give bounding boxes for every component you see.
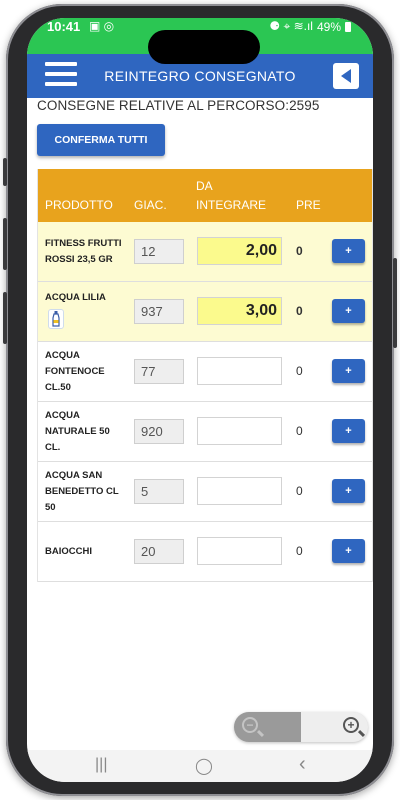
confirm-all-button[interactable]: CONFERMA TUTTI: [37, 124, 165, 156]
page-title: REINTEGRO CONSEGNATO: [104, 68, 296, 84]
product-name: BAIOCCHI: [45, 544, 125, 560]
to-integrate-input[interactable]: [197, 357, 282, 385]
stock-field: 5: [134, 479, 184, 504]
to-integrate-input[interactable]: 3,00: [197, 297, 282, 325]
table-row: ACQUA NATURALE 50 CL. 920 0 +: [38, 402, 372, 462]
add-button[interactable]: +: [332, 419, 365, 443]
product-name: ACQUA SAN BENEDETTO CL 50: [45, 468, 125, 516]
stock-field: 12: [134, 239, 184, 264]
bottle-icon: [48, 309, 64, 329]
stock-field: 937: [134, 299, 184, 324]
product-name-line: FITNESS FRUTTI: [45, 238, 122, 249]
product-name-line: CL.: [45, 442, 61, 453]
phone-screen: 10:41 ▣ ◎ ⚈ ⌖ ≋.ıl 49% PE TO REINTEGRO C…: [27, 18, 373, 782]
table-row: ACQUA SAN BENEDETTO CL 50 5 0 +: [38, 462, 372, 522]
pre-value: 0: [296, 244, 303, 258]
add-button[interactable]: +: [332, 239, 365, 263]
home-icon[interactable]: ◯: [195, 756, 213, 776]
pre-value: 0: [296, 484, 303, 498]
stock-field: 20: [134, 539, 184, 564]
add-button[interactable]: +: [332, 539, 365, 563]
zoom-in-button[interactable]: +: [301, 712, 368, 742]
column-product: PRODOTTO: [45, 198, 113, 212]
pre-value: 0: [296, 304, 303, 318]
nav-back-icon[interactable]: ‹: [299, 753, 306, 776]
pre-value: 0: [296, 364, 303, 378]
recent-apps-icon[interactable]: |||: [95, 756, 107, 774]
product-name-line: BAIOCCHI: [45, 546, 92, 557]
product-name-line: ACQUA SAN: [45, 470, 103, 481]
column-to-integrate-line2: INTEGRARE: [196, 198, 267, 212]
add-button[interactable]: +: [332, 299, 365, 323]
stock-field: 77: [134, 359, 184, 384]
product-name-line: FONTENOCE: [45, 366, 105, 377]
product-name-line: CL.50: [45, 382, 71, 393]
zoom-in-icon: +: [343, 717, 359, 733]
signal-wifi-icons: ⚈ ⌖ ≋.ıl: [269, 19, 313, 33]
notification-icons: ▣ ◎: [89, 19, 115, 33]
product-name: ACQUA LILIA: [45, 290, 125, 306]
column-to-integrate-line1: DA: [196, 179, 213, 193]
zoom-out-icon: −: [242, 717, 258, 733]
route-label: CONSEGNE RELATIVE AL PERCORSO:2595: [37, 98, 320, 113]
table-row: FITNESS FRUTTI ROSSI 23,5 GR 12 2,00 0 +: [38, 222, 372, 282]
to-integrate-input[interactable]: [197, 477, 282, 505]
phone-side-button-left-low: [3, 292, 7, 344]
phone-side-button-left-mid: [3, 218, 7, 270]
product-name-line: ROSSI 23,5 GR: [45, 254, 113, 265]
product-name-line: 50: [45, 502, 56, 513]
product-name-line: NATURALE 50: [45, 426, 110, 437]
column-stock: GIAC.: [134, 198, 167, 212]
to-integrate-input[interactable]: 2,00: [197, 237, 282, 265]
to-integrate-input[interactable]: [197, 537, 282, 565]
add-button[interactable]: +: [332, 479, 365, 503]
product-name-line: BENEDETTO CL: [45, 486, 119, 497]
table-row: ACQUA LILIA 937 3,00 0 +: [38, 282, 372, 342]
product-name-line: ACQUA LILIA: [45, 292, 106, 303]
to-integrate-input[interactable]: [197, 417, 282, 445]
products-table: PRODOTTO GIAC. DA INTEGRARE PRE FITNESS …: [37, 169, 373, 582]
product-name-line: ACQUA: [45, 350, 80, 361]
add-button[interactable]: +: [332, 359, 365, 383]
zoom-out-button[interactable]: −: [234, 712, 301, 742]
product-name: ACQUA NATURALE 50 CL.: [45, 408, 125, 456]
battery-percent: 49%: [316, 19, 341, 34]
pre-value: 0: [296, 424, 303, 438]
battery-icon: [345, 21, 351, 32]
table-row: BAIOCCHI 20 0 +: [38, 522, 372, 582]
system-nav-bar: ||| ◯ ‹: [27, 750, 373, 782]
status-time: 10:41: [47, 19, 81, 34]
product-name: FITNESS FRUTTI ROSSI 23,5 GR: [45, 236, 125, 268]
phone-side-button-right: [393, 258, 397, 348]
phone-side-button-left-top: [3, 158, 7, 186]
product-name-line: ACQUA: [45, 410, 80, 421]
status-right-cluster: ⚈ ⌖ ≋.ıl 49%: [269, 19, 351, 34]
back-arrow-icon[interactable]: [333, 63, 359, 89]
pre-value: 0: [296, 544, 303, 558]
table-header: PRODOTTO GIAC. DA INTEGRARE PRE: [38, 169, 372, 222]
zoom-control: − +: [234, 712, 368, 742]
table-row: ACQUA FONTENOCE CL.50 77 0 +: [38, 342, 372, 402]
dynamic-island: [148, 30, 260, 64]
product-name: ACQUA FONTENOCE CL.50: [45, 348, 125, 396]
stock-field: 920: [134, 419, 184, 444]
column-pre: PRE: [296, 198, 321, 212]
